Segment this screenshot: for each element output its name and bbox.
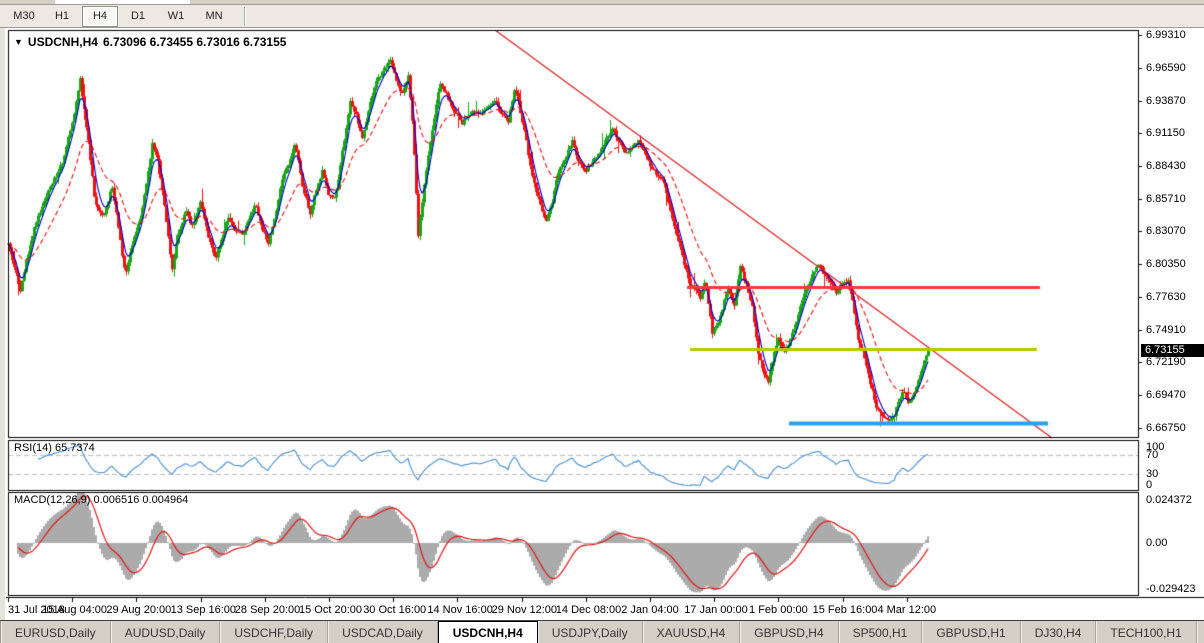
symbol-tab-bar: EURUSD,Daily AUDUSD,Daily USDCHF,Daily USDC…: [0, 620, 1204, 643]
timeframe-button-mn[interactable]: MN: [196, 6, 232, 27]
price-axis-label: 6.91150: [1146, 127, 1185, 140]
price-axis-label: 6.74910: [1146, 323, 1186, 336]
tab-sp500-h1[interactable]: SP500,H1: [839, 621, 923, 643]
date-axis-label: 13 Sep 16:00: [170, 604, 237, 616]
timeframe-button-d1[interactable]: D1: [120, 6, 156, 27]
tab-usdjpy-daily[interactable]: USDJPY,Daily: [538, 621, 643, 643]
tab-tech100-h1[interactable]: TECH100,H1: [1096, 621, 1197, 643]
price-axis-label: 6.83070: [1146, 225, 1186, 238]
rsi-name: RSI(14): [14, 442, 52, 454]
date-axis-label: 14 Dec 08:00: [555, 604, 622, 616]
date-axis-label: 17 Jan 00:00: [684, 604, 748, 616]
timeframe-button-h4[interactable]: H4: [82, 5, 118, 27]
date-axis-label: 15 Aug 04:00: [42, 604, 108, 616]
price-axis-label: 6.99310: [1146, 29, 1186, 41]
rsi-axis-label: 70: [1146, 449, 1159, 462]
price-axis-label: 6.72190: [1146, 356, 1186, 369]
price-axis-label: 6.96590: [1146, 61, 1186, 74]
date-axis-label: 14 Nov 16:00: [427, 604, 493, 616]
date-axis-label: 30 Oct 16:00: [363, 604, 427, 616]
date-axis-label: 4 Mar 12:00: [877, 604, 937, 616]
price-axis-label: 6.88430: [1146, 160, 1186, 173]
date-axis-label: 2 Jan 04:00: [621, 604, 679, 616]
date-axis-label: 29 Aug 20:00: [106, 604, 172, 616]
tab-ukoil[interactable]: UKOil,: [1197, 621, 1204, 643]
tab-usdcad-daily[interactable]: USDCAD,Daily: [328, 621, 438, 643]
date-axis-label: 28 Sep 20:00: [234, 604, 301, 616]
symbol-dropdown-icon[interactable]: ▼: [14, 37, 23, 47]
chart-title[interactable]: ▼ USDCNH,H4 6.73096 6.73455 6.73016 6.73…: [14, 35, 286, 49]
date-axis-label: 15 Oct 20:00: [299, 604, 362, 616]
price-axis-label: 6.69470: [1146, 389, 1186, 402]
price-axis-label: 6.85710: [1146, 193, 1186, 206]
price-axis-label: 6.66750: [1146, 422, 1186, 434]
tab-dj30-h4[interactable]: DJ30,H4: [1021, 621, 1097, 643]
tab-xauusd-h4[interactable]: XAUUSD,H4: [643, 621, 741, 643]
tab-usdcnh-h4[interactable]: USDCNH,H4: [437, 621, 538, 643]
tab-usdchf-daily[interactable]: USDCHF,Daily: [220, 621, 329, 643]
price-axis-label: 6.80350: [1146, 257, 1186, 270]
timeframe-button-m30[interactable]: M30: [6, 6, 42, 27]
tab-audusd-daily[interactable]: AUDUSD,Daily: [111, 621, 221, 643]
toolbar-patch: [55, 0, 190, 4]
tab-gbpusd-h1[interactable]: GBPUSD,H1: [922, 621, 1021, 643]
current-price-badge: 6.73155: [1141, 343, 1204, 357]
tab-eurusd-daily[interactable]: EURUSD,Daily: [1, 621, 111, 643]
timeframe-button-w1[interactable]: W1: [158, 6, 194, 27]
chart-window: ▼ USDCNH,H4 6.73096 6.73455 6.73016 6.73…: [6, 28, 1204, 620]
macd-name: MACD(12,26,9): [14, 494, 91, 506]
date-axis-label: 15 Feb 16:00: [812, 604, 878, 616]
rsi-axis-label: 0: [1146, 479, 1153, 491]
price-axis-label: 6.77630: [1146, 290, 1186, 303]
date-axis-label: 29 Nov 12:00: [491, 604, 558, 616]
chart-ohlc-values: 6.73096 6.73455 6.73016 6.73155: [102, 35, 287, 49]
macd-axis-label: 0.00: [1146, 537, 1168, 549]
macd-axis-label: 0.024372: [1146, 494, 1192, 506]
chart-canvas[interactable]: [6, 28, 1204, 620]
chart-symbol: USDCNH,H4: [27, 35, 98, 49]
timeframe-toolbar: M30 H1 H4 D1 W1 MN: [0, 5, 1204, 28]
toolbar-separator: [244, 6, 246, 26]
macd-values: 0.006516 0.004964: [93, 494, 189, 506]
rsi-value: 65.7374: [54, 442, 95, 454]
tab-gbpusd-h4[interactable]: GBPUSD,H4: [740, 621, 839, 643]
macd-axis-label: -0.029423: [1146, 583, 1196, 595]
macd-indicator-label: MACD(12,26,9) 0.006516 0.004964: [14, 494, 188, 506]
trading-app-window: M30 H1 H4 D1 W1 MN ▼ USDCNH,H4 6.73096 6.7345…: [0, 0, 1204, 643]
timeframe-button-h1[interactable]: H1: [44, 6, 80, 27]
rsi-indicator-label: RSI(14) 65.7374: [14, 442, 95, 454]
date-axis-label: 1 Feb 00:00: [749, 604, 808, 616]
price-axis-label: 6.93870: [1146, 94, 1186, 107]
